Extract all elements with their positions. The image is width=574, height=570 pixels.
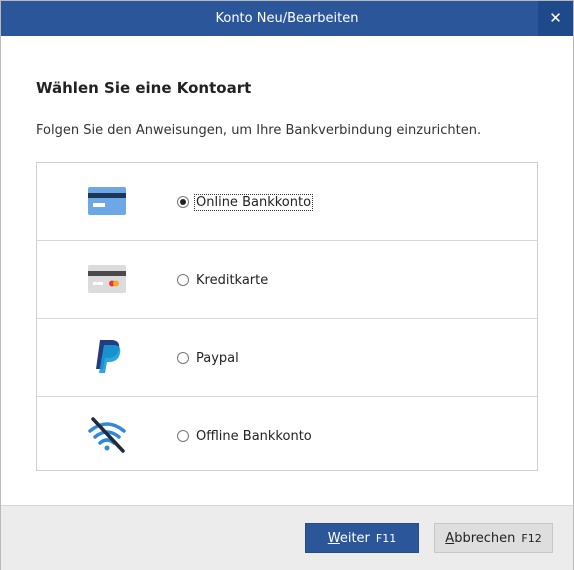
page-heading: Wählen Sie eine Kontoart	[36, 79, 252, 97]
option-paypal[interactable]: Paypal	[37, 319, 537, 397]
button-bar: Weiter F11 Abbrechen F12	[1, 505, 573, 570]
paypal-icon	[87, 339, 127, 375]
radio-label: Online Bankkonto	[193, 193, 314, 211]
dialog-window: Konto Neu/Bearbeiten ✕ Wählen Sie eine K…	[0, 0, 574, 570]
credit-card-icon	[87, 261, 127, 297]
cancel-button[interactable]: Abbrechen F12	[434, 523, 553, 553]
close-button[interactable]: ✕	[538, 1, 573, 36]
radio-kreditkarte[interactable]: Kreditkarte	[177, 271, 269, 289]
dialog-content: Wählen Sie eine Kontoart Folgen Sie den …	[1, 36, 573, 505]
next-mnemonic: W	[327, 531, 340, 546]
radio-offline-bankkonto[interactable]: Offline Bankkonto	[177, 427, 313, 445]
option-online-bankkonto[interactable]: Online Bankkonto	[37, 163, 537, 241]
window-title: Konto Neu/Bearbeiten	[215, 11, 359, 26]
radio-label: Offline Bankkonto	[196, 428, 312, 444]
option-kreditkarte[interactable]: Kreditkarte	[37, 241, 537, 319]
next-label: eiter	[339, 531, 370, 546]
account-type-list: Online Bankkonto Kreditkarte Paypal Offl…	[36, 162, 538, 471]
radio-button[interactable]	[177, 352, 189, 364]
radio-button[interactable]	[177, 430, 189, 442]
radio-paypal[interactable]: Paypal	[177, 349, 240, 367]
cancel-shortcut: F12	[521, 532, 542, 545]
radio-label: Kreditkarte	[196, 272, 269, 288]
bank-card-icon	[87, 183, 127, 219]
option-offline-bankkonto[interactable]: Offline Bankkonto	[37, 397, 537, 470]
cancel-label: bbrechen	[454, 531, 516, 546]
cancel-mnemonic: A	[445, 531, 455, 546]
radio-online-bankkonto[interactable]: Online Bankkonto	[177, 193, 314, 211]
next-button[interactable]: Weiter F11	[305, 523, 419, 553]
radio-button[interactable]	[177, 196, 189, 208]
instruction-text: Folgen Sie den Anweisungen, um Ihre Bank…	[36, 123, 482, 138]
title-bar: Konto Neu/Bearbeiten ✕	[1, 1, 573, 36]
radio-button[interactable]	[177, 274, 189, 286]
wifi-off-icon	[87, 417, 127, 453]
next-shortcut: F11	[375, 532, 397, 545]
radio-label: Paypal	[196, 350, 239, 366]
